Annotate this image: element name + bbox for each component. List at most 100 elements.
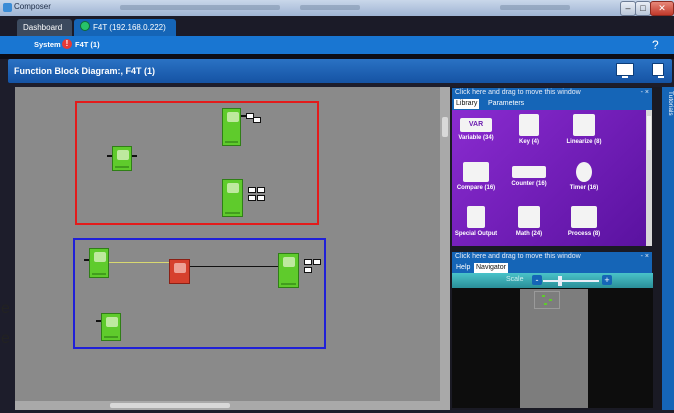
output-terminal[interactable] [257, 187, 265, 193]
block-caption [225, 141, 238, 143]
block-icon [227, 183, 239, 193]
output-terminal[interactable] [313, 259, 321, 265]
warning-icon: ! [62, 39, 72, 49]
function-block[interactable] [101, 313, 121, 341]
device-icon[interactable] [652, 63, 664, 78]
library-item-compare[interactable]: Compare (16) [454, 162, 498, 191]
scrollbar-thumb[interactable] [442, 117, 448, 137]
function-block[interactable] [222, 108, 241, 146]
tab-f4t[interactable]: F4T (192.168.0.222)✕ [74, 19, 176, 49]
fbd-header: Function Block Diagram:, F4T (1) [8, 59, 672, 83]
input-pin[interactable] [96, 320, 101, 322]
library-item-label: Process (8) [567, 231, 601, 237]
scrollbar-thumb[interactable] [110, 403, 230, 408]
tab-help[interactable]: Help [454, 263, 472, 273]
tab-dashboard[interactable]: Dashboard [17, 19, 72, 36]
output-pin[interactable] [132, 155, 137, 157]
process-icon [571, 206, 597, 228]
library-item-counter[interactable]: Counter (16) [507, 166, 551, 187]
scale-bar: Scale - + [452, 273, 653, 288]
function-block-red[interactable] [169, 259, 190, 284]
maximize-button[interactable]: □ [635, 1, 651, 16]
block-caption [281, 283, 296, 285]
connection-wire[interactable] [109, 262, 169, 263]
tab-parameters[interactable]: Parameters [486, 99, 526, 109]
output-terminal[interactable] [304, 267, 312, 273]
monitor-icon[interactable] [616, 63, 634, 78]
tutorials-side-tab[interactable]: Tutorials [662, 87, 674, 410]
app-name: Composer [14, 2, 51, 11]
library-item-process[interactable]: Process (8) [562, 206, 606, 237]
background-text: e [1, 300, 10, 317]
block-icon [117, 150, 129, 160]
block-icon [174, 263, 186, 273]
library-item-label: Variable (34) [458, 135, 494, 141]
zoom-out-button[interactable]: - [532, 275, 542, 285]
block-caption [225, 212, 240, 214]
variable-icon: VAR [460, 118, 492, 132]
library-item-timer[interactable]: Timer (16) [562, 162, 606, 191]
library-item-math[interactable]: Math (24) [507, 206, 551, 237]
output-terminal[interactable] [304, 259, 312, 265]
library-item-label: Linearize (8) [566, 139, 602, 145]
title-bar-blur-3 [500, 5, 570, 10]
input-pin[interactable] [84, 259, 89, 261]
navigator-panel: Scale - + [452, 273, 653, 408]
navigator-tabs: Help Navigator [452, 262, 652, 273]
math-icon [518, 206, 540, 228]
tab-navigator[interactable]: Navigator [474, 263, 508, 273]
library-item-variable[interactable]: VAR Variable (34) [454, 118, 498, 141]
navigator-window-controls[interactable]: - × [641, 252, 649, 262]
timer-icon [576, 162, 592, 182]
minimize-button[interactable]: – [620, 1, 636, 16]
zoom-in-button[interactable]: + [602, 275, 612, 285]
breadcrumb: System ! F4T (1) ? [0, 36, 674, 54]
tab-bar: Dashboard F4T (192.168.0.222)✕ [0, 16, 674, 49]
library-header-text: Click here and drag to move this window [455, 89, 581, 96]
library-item-label: Counter (16) [511, 181, 547, 187]
library-item-special-output[interactable]: Special Output [454, 206, 498, 237]
function-block[interactable] [89, 248, 109, 278]
navigator-drag-handle[interactable]: Click here and drag to move this window … [452, 252, 652, 262]
breadcrumb-device[interactable]: F4T (1) [75, 40, 100, 49]
library-item-key[interactable]: Key (4) [507, 114, 551, 145]
library-item-label: Timer (16) [569, 185, 599, 191]
input-pin[interactable] [107, 155, 112, 157]
breadcrumb-system[interactable]: System [34, 40, 61, 49]
function-block[interactable] [112, 146, 132, 171]
library-window-controls[interactable]: - × [641, 88, 649, 98]
canvas-horizontal-scrollbar[interactable] [15, 401, 450, 410]
block-caption [92, 273, 106, 275]
tab-library[interactable]: Library [454, 99, 480, 109]
scrollbar-thumb[interactable] [647, 116, 651, 150]
tutorials-label: Tutorials [667, 91, 674, 116]
canvas-vertical-scrollbar[interactable] [440, 87, 450, 401]
diagram-canvas[interactable] [15, 87, 440, 401]
function-block[interactable] [278, 253, 299, 288]
navigator-mini-block [544, 303, 547, 305]
library-drag-handle[interactable]: Click here and drag to move this window … [452, 88, 652, 98]
tab-f4t-label: F4T (192.168.0.222) [93, 23, 166, 32]
library-item-linearize[interactable]: Linearize (8) [562, 114, 606, 145]
block-icon [227, 112, 239, 122]
output-terminal[interactable] [257, 195, 265, 201]
linearize-icon [573, 114, 595, 136]
zoom-slider-track[interactable] [543, 280, 599, 282]
block-icon [106, 317, 118, 327]
output-terminal[interactable] [253, 117, 261, 123]
close-button[interactable]: ✕ [650, 1, 674, 16]
compare-icon [463, 162, 489, 182]
navigator-header-text: Click here and drag to move this window [455, 253, 581, 260]
composer-window: Composer – □ ✕ Dashboard F4T (192.168.0.… [0, 0, 674, 413]
zoom-slider-thumb[interactable] [558, 276, 562, 286]
scale-label: Scale [506, 276, 524, 283]
output-terminal[interactable] [248, 195, 256, 201]
output-terminal[interactable] [248, 187, 256, 193]
navigator-viewport[interactable] [534, 291, 560, 309]
library-item-label: Math (24) [515, 231, 543, 237]
function-block[interactable] [222, 179, 243, 217]
library-scrollbar[interactable] [646, 110, 652, 246]
block-caption [104, 336, 118, 338]
connection-wire[interactable] [190, 266, 278, 267]
help-icon[interactable]: ? [652, 38, 659, 52]
